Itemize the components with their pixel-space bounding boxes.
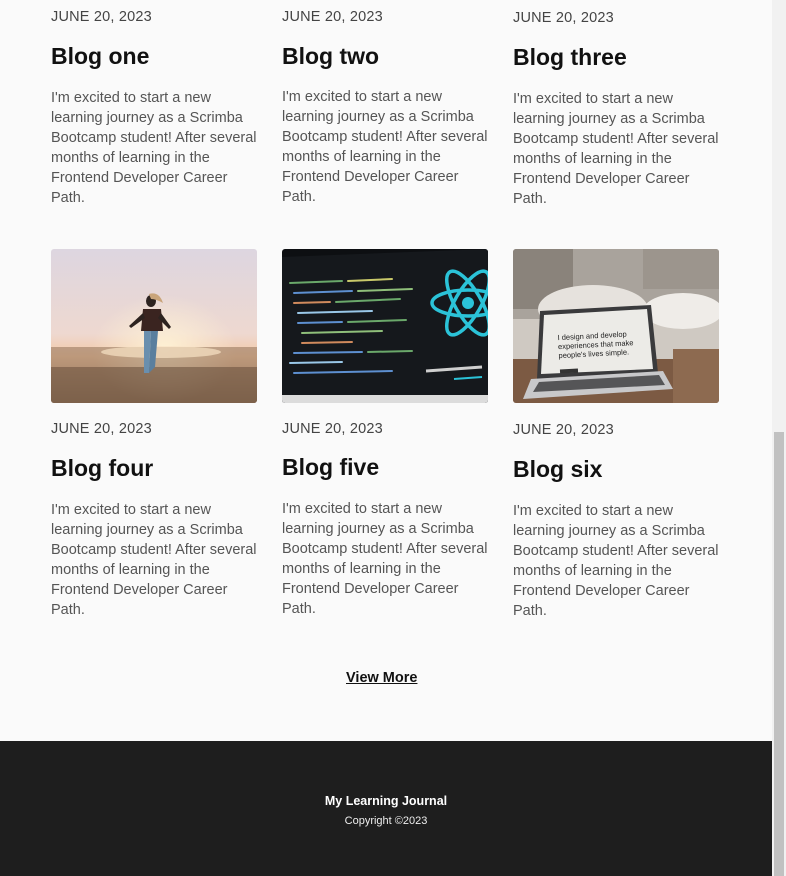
post-title[interactable]: Blog four bbox=[51, 455, 153, 482]
post-excerpt: I'm excited to start a new learning jour… bbox=[51, 90, 257, 206]
post-title[interactable]: Blog two bbox=[282, 43, 379, 70]
post-date: JUNE 20, 2023 bbox=[282, 421, 383, 437]
post-title[interactable]: Blog six bbox=[513, 456, 602, 483]
browser-viewport: JUNE 20, 2023 Blog one I'm excited to st… bbox=[0, 0, 786, 876]
post-excerpt: I'm excited to start a new learning jour… bbox=[513, 503, 719, 619]
post-excerpt: I'm excited to start a new learning jour… bbox=[282, 501, 488, 617]
footer-brand: My Learning Journal bbox=[324, 794, 448, 808]
post-excerpt: I'm excited to start a new learning jour… bbox=[282, 89, 488, 205]
laptop-on-table-photo[interactable]: I design and develop experiences that ma… bbox=[513, 249, 719, 403]
post-date: JUNE 20, 2023 bbox=[282, 9, 383, 25]
view-more-link[interactable]: View More bbox=[346, 670, 417, 686]
post-excerpt: I'm excited to start a new learning jour… bbox=[51, 502, 257, 618]
post-date: JUNE 20, 2023 bbox=[51, 421, 152, 437]
post-excerpt: I'm excited to start a new learning jour… bbox=[513, 91, 719, 207]
post-title[interactable]: Blog five bbox=[282, 454, 379, 481]
post-date: JUNE 20, 2023 bbox=[513, 10, 614, 26]
beach-dancer-photo[interactable] bbox=[51, 249, 257, 403]
post-title[interactable]: Blog three bbox=[513, 44, 627, 71]
laptop-screen-text: I design and develop experiences that ma… bbox=[557, 329, 634, 361]
react-code-screen-photo[interactable] bbox=[282, 249, 488, 403]
vertical-scrollbar[interactable] bbox=[772, 0, 786, 876]
post-date: JUNE 20, 2023 bbox=[51, 9, 152, 25]
site-footer: My Learning Journal Copyright ©2023 bbox=[0, 741, 772, 876]
post-date: JUNE 20, 2023 bbox=[513, 422, 614, 438]
scrollbar-thumb[interactable] bbox=[774, 432, 784, 876]
footer-copyright: Copyright ©2023 bbox=[344, 815, 428, 827]
blog-page: JUNE 20, 2023 Blog one I'm excited to st… bbox=[0, 0, 772, 876]
post-title[interactable]: Blog one bbox=[51, 43, 149, 70]
